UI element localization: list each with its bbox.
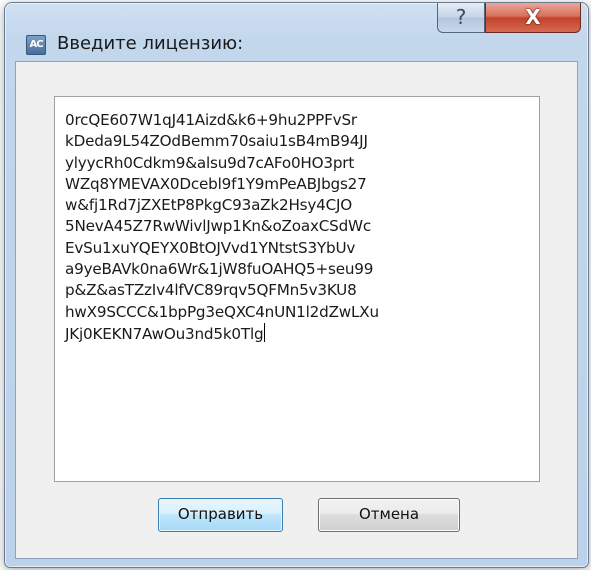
text-caret	[264, 322, 266, 342]
license-line: WZq8YMEVAX0Dcebl9f1Y9mPeABJbgs27	[65, 174, 367, 193]
dialog-title: Введите лицензию:	[57, 33, 244, 54]
license-line: p&Z&asTZzIv4lfVC89rqv5QFMn5v3KU8	[65, 281, 357, 300]
app-icon: AC	[26, 35, 46, 55]
license-textarea[interactable]: 0rcQE607W1qJ41Aizd&k6+9hu2PPFvSr kDeda9L…	[54, 96, 540, 482]
close-icon: X	[525, 5, 541, 29]
title-bar[interactable]: AC Введите лицензию: ? X	[5, 3, 588, 55]
license-line: kDeda9L54ZOdBemm70saiu1sB4mB94JJ	[65, 132, 368, 151]
license-line-last: JKj0KEKN7AwOu3nd5k0Tlg	[65, 322, 529, 345]
license-line: 0rcQE607W1qJ41Aizd&k6+9hu2PPFvSr	[65, 111, 357, 129]
license-line-text: JKj0KEKN7AwOu3nd5k0Tlg	[65, 324, 264, 343]
license-line: 5NevA45Z7RwWivlJwp1Kn&oZoaxCSdWc	[65, 217, 371, 236]
license-line: w&fj1Rd7jZXEtP8PkgC93aZk2Hsy4CJO	[65, 196, 353, 215]
license-line: ylyycRh0Cdkm9&alsu9d7cAFo0HO3prt	[65, 153, 355, 172]
help-icon: ?	[455, 5, 467, 29]
license-line: a9yeBAVk0na6Wr&1jW8fuOAHQ5+seu99	[65, 260, 374, 279]
help-button[interactable]: ?	[437, 3, 485, 33]
license-line: hwX9SCCC&1bpPg3eQXC4nUN1l2dZwLXu	[65, 302, 379, 321]
license-dialog: AC Введите лицензию: ? X 0rcQE607W1qJ41A…	[4, 2, 589, 568]
close-button[interactable]: X	[485, 3, 581, 33]
send-button[interactable]: Отправить	[158, 498, 283, 532]
dialog-body: 0rcQE607W1qJ41Aizd&k6+9hu2PPFvSr kDeda9L…	[15, 61, 578, 559]
license-line: EvSu1xuYQEYX0BtOJVvd1YNtstS3YbUv	[65, 238, 356, 257]
cancel-button[interactable]: Отмена	[318, 498, 460, 532]
